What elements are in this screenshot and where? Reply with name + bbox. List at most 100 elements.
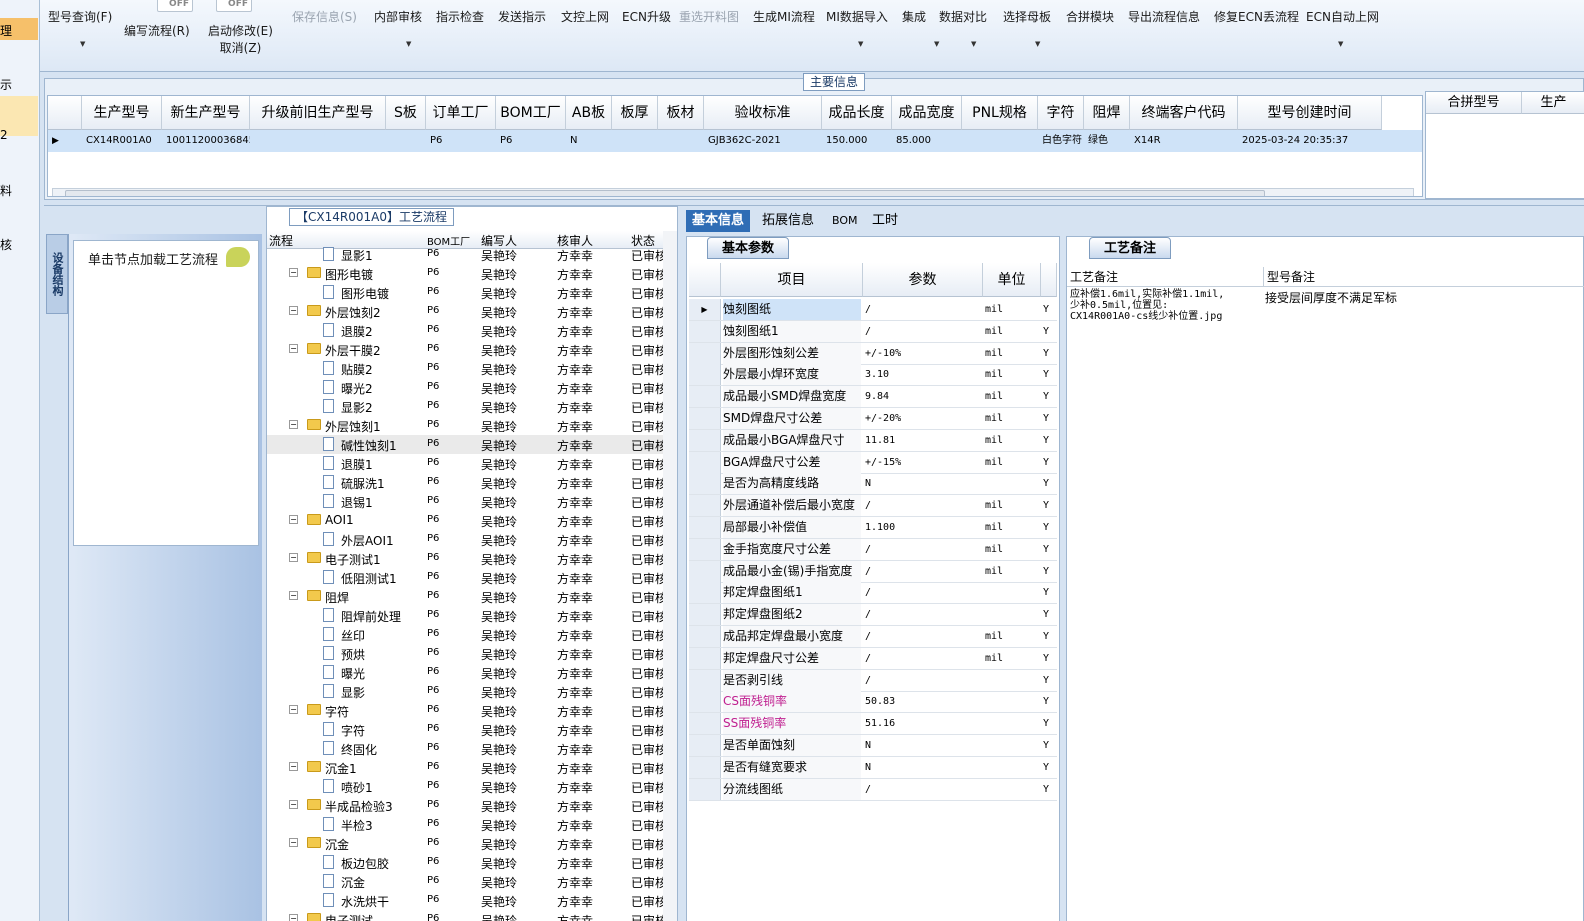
- table-row[interactable]: 成品最小金(锡)手指宽度 / mil Y: [689, 560, 1057, 583]
- toolbar-button[interactable]: 导出流程信息: [1128, 8, 1200, 25]
- device-structure-tab[interactable]: 设备结构: [46, 234, 68, 314]
- column-header[interactable]: 板材: [658, 96, 704, 130]
- param-value[interactable]: /: [863, 582, 981, 603]
- table-row[interactable]: ▶ 蚀刻图纸 / mil Y: [689, 299, 1057, 321]
- param-value[interactable]: /: [863, 648, 981, 669]
- col-process-note[interactable]: 工艺备注: [1067, 267, 1263, 287]
- row-header[interactable]: [689, 473, 721, 495]
- table-cell[interactable]: [612, 130, 658, 152]
- row-header[interactable]: [689, 495, 721, 517]
- left-nav-item[interactable]: 示: [0, 76, 12, 93]
- tree-row[interactable]: 显影2 P6 吴艳玲 方幸幸 已审核: [267, 397, 663, 416]
- column-header[interactable]: AB板: [566, 96, 612, 130]
- table-cell[interactable]: 150.000: [822, 130, 892, 152]
- param-value[interactable]: 9.84: [863, 386, 981, 407]
- table-row[interactable]: 外层最小焊环宽度 3.10 mil Y: [689, 364, 1057, 387]
- column-header[interactable]: 升级前旧生产型号: [250, 96, 386, 130]
- param-value[interactable]: /: [863, 626, 981, 647]
- column-header[interactable]: 阻焊: [1084, 96, 1130, 130]
- collapse-icon[interactable]: −: [289, 344, 298, 353]
- row-header[interactable]: [689, 451, 721, 473]
- table-row[interactable]: 外层图形蚀刻公差 +/-10% mil Y: [689, 342, 1057, 365]
- collapse-icon[interactable]: −: [289, 914, 298, 921]
- row-header[interactable]: ▶: [689, 299, 721, 320]
- table-cell[interactable]: CX14R001A0: [82, 130, 162, 152]
- tree-row[interactable]: − 图形电镀 P6 吴艳玲 方幸幸 已审核: [267, 264, 663, 283]
- tree-row[interactable]: 碱性蚀刻1 P6 吴艳玲 方幸幸 已审核: [267, 435, 663, 454]
- toolbar-button[interactable]: MI数据导入 ▼: [826, 8, 888, 48]
- param-value[interactable]: +/-10%: [863, 343, 981, 364]
- table-cell[interactable]: 绿色: [1084, 130, 1130, 152]
- col-flag[interactable]: [1041, 263, 1057, 297]
- column-header[interactable]: 终端客户代码: [1130, 96, 1238, 130]
- tree-row[interactable]: 外层AOI1 P6 吴艳玲 方幸幸 已审核: [267, 530, 663, 549]
- table-cell[interactable]: P6: [426, 130, 496, 152]
- table-cell[interactable]: 白色字符: [1038, 130, 1084, 152]
- collapse-icon[interactable]: −: [289, 306, 298, 315]
- tree-row[interactable]: 低阻测试1 P6 吴艳玲 方幸幸 已审核: [267, 568, 663, 587]
- toolbar-button[interactable]: 型号查询(F) ▼: [48, 8, 112, 48]
- tree-row[interactable]: − AOI1 P6 吴艳玲 方幸幸 已审核: [267, 511, 663, 530]
- table-row[interactable]: 是否剥引线 / Y: [689, 669, 1057, 692]
- table-row[interactable]: 成品最小SMD焊盘宽度 9.84 mil Y: [689, 386, 1057, 409]
- column-header[interactable]: 型号创建时间: [1238, 96, 1382, 130]
- tree-row[interactable]: 板边包胶 P6 吴艳玲 方幸幸 已审核: [267, 853, 663, 872]
- param-value[interactable]: 3.10: [863, 364, 981, 385]
- toolbar-button[interactable]: 发送指示: [498, 8, 546, 25]
- table-cell[interactable]: 85.000: [892, 130, 962, 152]
- vertical-scrollbar[interactable]: [663, 231, 677, 921]
- process-note-text[interactable]: 应补偿1.6mil,实际补偿1.1mil, 少补0.5mil,位置见: CX14…: [1070, 289, 1224, 322]
- table-cell[interactable]: [962, 130, 1038, 152]
- tree-row[interactable]: 图形电镀 P6 吴艳玲 方幸幸 已审核: [267, 283, 663, 302]
- param-value[interactable]: +/-20%: [863, 408, 981, 429]
- tree-row[interactable]: − 电子测试1 P6 吴艳玲 方幸幸 已审核: [267, 549, 663, 568]
- tree-row[interactable]: − 电子测试 P6 吴艳玲 方幸幸 已审核: [267, 910, 663, 921]
- toggle-off-1[interactable]: OFF: [157, 0, 193, 12]
- collapse-icon[interactable]: −: [289, 420, 298, 429]
- param-value[interactable]: N: [863, 757, 981, 778]
- col-unit[interactable]: 单位: [983, 263, 1041, 297]
- column-header[interactable]: 新生产型号: [162, 96, 250, 130]
- row-header[interactable]: [689, 669, 721, 691]
- tree-row[interactable]: 水洗烘干 P6 吴艳玲 方幸幸 已审核: [267, 891, 663, 910]
- column-header[interactable]: 成品宽度: [892, 96, 962, 130]
- table-row[interactable]: 邦定焊盘图纸1/ Y: [689, 582, 1057, 605]
- tree-row[interactable]: 半检3 P6 吴艳玲 方幸幸 已审核: [267, 815, 663, 834]
- tree-row[interactable]: 显影 P6 吴艳玲 方幸幸 已审核: [267, 682, 663, 701]
- row-header[interactable]: [689, 538, 721, 560]
- table-row[interactable]: 外层通道补偿后最小宽度 / mil Y: [689, 495, 1057, 518]
- param-value[interactable]: N: [863, 473, 981, 494]
- collapse-icon[interactable]: −: [289, 705, 298, 714]
- tree-row[interactable]: 字符 P6 吴艳玲 方幸幸 已审核: [267, 720, 663, 739]
- tree-row[interactable]: − 沉金1 P6 吴艳玲 方幸幸 已审核: [267, 758, 663, 777]
- grid-corner[interactable]: [689, 263, 721, 297]
- param-value[interactable]: +/-15%: [863, 452, 981, 473]
- row-header[interactable]: [689, 517, 721, 538]
- model-note-text[interactable]: 接受层间厚度不满足军标: [1265, 289, 1397, 306]
- table-row[interactable]: 金手指宽度尺寸公差 / mil Y: [689, 538, 1057, 561]
- grid-corner[interactable]: [48, 96, 82, 130]
- tab-basic-info[interactable]: 基本信息: [686, 210, 751, 232]
- tree-row[interactable]: 喷砂1 P6 吴艳玲 方幸幸 已审核: [267, 777, 663, 796]
- toolbar-button[interactable]: 集成 ▼: [902, 8, 939, 48]
- left-nav-item[interactable]: 料: [0, 182, 12, 199]
- param-value[interactable]: /: [863, 670, 981, 691]
- collapse-icon[interactable]: −: [289, 800, 298, 809]
- tree-row[interactable]: − 沉金 P6 吴艳玲 方幸幸 已审核: [267, 834, 663, 853]
- toolbar-button[interactable]: 选择母板 ▼: [1003, 8, 1051, 48]
- tree-row[interactable]: 退膜2 P6 吴艳玲 方幸幸 已审核: [267, 321, 663, 340]
- table-row[interactable]: 蚀刻图纸1/ mil Y: [689, 320, 1057, 343]
- tree-row[interactable]: 显影1 P6 吴艳玲 方幸幸 已审核: [267, 245, 663, 264]
- col-param[interactable]: 参数: [863, 263, 983, 297]
- merge-model-header[interactable]: 合拼型号: [1426, 92, 1522, 114]
- tab-work-hours[interactable]: 工时: [866, 210, 904, 232]
- param-value[interactable]: /: [863, 321, 981, 342]
- row-header[interactable]: [689, 429, 721, 451]
- tree-row[interactable]: 贴膜2 P6 吴艳玲 方幸幸 已审核: [267, 359, 663, 378]
- table-row[interactable]: CS面残铜率 50.83 Y: [689, 691, 1057, 714]
- row-header[interactable]: [689, 386, 721, 408]
- table-cell[interactable]: GJB362C-2021: [704, 130, 822, 152]
- tree-row[interactable]: − 半成品检验3 P6 吴艳玲 方幸幸 已审核: [267, 796, 663, 815]
- row-header[interactable]: [689, 582, 721, 604]
- collapse-icon[interactable]: −: [289, 762, 298, 771]
